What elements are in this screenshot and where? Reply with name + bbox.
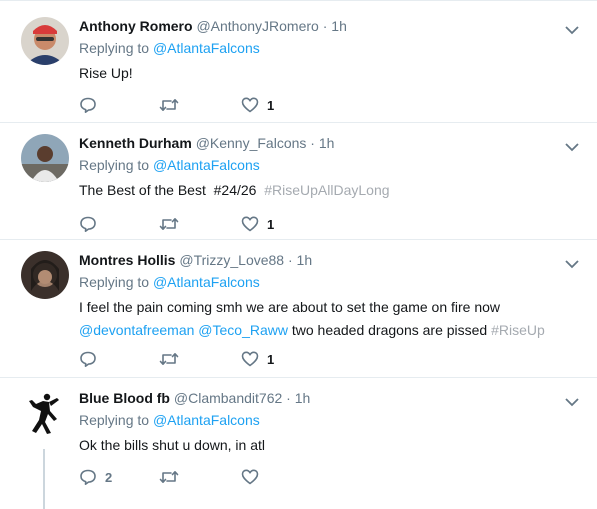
reply-button[interactable] — [79, 95, 105, 115]
hashtag-link[interactable]: #RiseUpAllDayLong — [264, 182, 389, 198]
top-divider — [0, 0, 597, 1]
retweet-button[interactable] — [159, 349, 187, 369]
tweet-actions: 1 — [79, 349, 479, 369]
heart-icon — [241, 216, 259, 232]
user-handle[interactable]: @Clambandit762 — [174, 390, 282, 406]
display-name[interactable]: Anthony Romero — [79, 18, 193, 34]
user-handle[interactable]: @Trizzy_Love88 — [179, 252, 284, 268]
tweet-text-part: The Best of the Best #24/26 — [79, 182, 265, 198]
tweet-actions: 2 — [79, 467, 479, 487]
chevron-down-icon[interactable] — [565, 259, 579, 269]
replying-to-label: Replying to — [79, 40, 153, 56]
chevron-down-icon[interactable] — [565, 25, 579, 35]
tweet-text-line: I feel the pain coming smh we are about … — [79, 299, 501, 315]
replying-to-link[interactable]: @AtlantaFalcons — [153, 412, 260, 428]
tweet-text-part: Rise Up! — [79, 65, 133, 81]
tweet-text-part: Ok the bills shut u down, in atl — [79, 437, 265, 453]
tweet[interactable]: Blue Blood fb @Clambandit762 · 1h Replyi… — [0, 379, 597, 509]
timestamp[interactable]: 1h — [295, 390, 311, 406]
reply-icon — [80, 97, 96, 113]
chevron-down-icon[interactable] — [565, 142, 579, 152]
tweet-text-part: two headed dragons are pissed — [287, 322, 492, 338]
replying-to: Replying to @AtlantaFalcons — [79, 39, 260, 57]
replying-to-link[interactable]: @AtlantaFalcons — [153, 157, 260, 173]
reply-icon — [80, 216, 96, 232]
tweet[interactable]: Anthony Romero @AnthonyJRomero · 1h Repl… — [0, 7, 597, 123]
avatar[interactable] — [21, 134, 69, 182]
user-handle[interactable]: @AnthonyJRomero — [196, 18, 318, 34]
replying-to-label: Replying to — [79, 157, 153, 173]
jumpman-logo[interactable] — [21, 389, 69, 437]
tweet-header: Montres Hollis @Trizzy_Love88 · 1h — [79, 251, 312, 269]
hashtag-link[interactable]: #RiseUp — [491, 322, 545, 338]
replying-to: Replying to @AtlantaFalcons — [79, 273, 260, 291]
reply-button[interactable]: 2 — [79, 467, 112, 487]
tweet-header: Kenneth Durham @Kenny_Falcons · 1h — [79, 134, 334, 152]
avatar[interactable] — [21, 17, 69, 65]
retweet-button[interactable] — [159, 214, 187, 234]
reply-icon — [80, 351, 96, 367]
display-name[interactable]: Montres Hollis — [79, 252, 175, 268]
retweet-icon — [159, 99, 179, 111]
replying-to-label: Replying to — [79, 412, 153, 428]
retweet-icon — [159, 471, 179, 483]
tweet-text-line: @devontafreeman @Teco_Raww two headed dr… — [79, 319, 579, 342]
user-handle[interactable]: @Kenny_Falcons — [196, 135, 307, 151]
retweet-button[interactable] — [159, 467, 187, 487]
tweet[interactable]: Montres Hollis @Trizzy_Love88 · 1h Reply… — [0, 241, 597, 378]
mention-link[interactable]: @Teco_Raww — [198, 322, 288, 338]
tweet-text: Rise Up! — [79, 62, 579, 84]
replying-to-label: Replying to — [79, 274, 153, 290]
mention-link[interactable]: @devontafreeman — [79, 322, 194, 338]
tweet-header: Blue Blood fb @Clambandit762 · 1h — [79, 389, 310, 407]
heart-icon — [241, 97, 259, 113]
reply-button[interactable] — [79, 349, 105, 369]
like-count: 1 — [267, 97, 275, 113]
like-button[interactable] — [241, 467, 267, 487]
thread-line — [43, 449, 45, 509]
retweet-icon — [159, 218, 179, 230]
tweet-text: Ok the bills shut u down, in atl — [79, 434, 579, 456]
separator: · — [306, 135, 319, 151]
reply-count: 2 — [105, 469, 113, 485]
display-name[interactable]: Blue Blood fb — [79, 390, 170, 406]
like-count: 1 — [267, 351, 275, 367]
timestamp[interactable]: 1h — [319, 135, 335, 151]
chevron-down-icon[interactable] — [565, 397, 579, 407]
replying-to: Replying to @AtlantaFalcons — [79, 156, 260, 174]
like-button[interactable]: 1 — [241, 95, 274, 115]
tweet-text: I feel the pain coming smh we are about … — [79, 296, 579, 342]
separator: · — [318, 18, 332, 34]
retweet-button[interactable] — [159, 95, 187, 115]
heart-icon — [241, 351, 259, 367]
like-button[interactable]: 1 — [241, 349, 274, 369]
tweet-text: The Best of the Best #24/26 #RiseUpAllDa… — [79, 179, 579, 201]
tweet-header: Anthony Romero @AnthonyJRomero · 1h — [79, 17, 347, 35]
heart-icon — [241, 469, 259, 485]
separator: · — [284, 252, 297, 268]
replying-to: Replying to @AtlantaFalcons — [79, 411, 260, 429]
tweet[interactable]: Kenneth Durham @Kenny_Falcons · 1h Reply… — [0, 124, 597, 240]
tweet-actions: 1 — [79, 95, 479, 115]
like-button[interactable]: 1 — [241, 214, 274, 234]
timestamp[interactable]: 1h — [297, 252, 313, 268]
separator: · — [282, 390, 295, 406]
tweet-actions: 1 — [79, 214, 479, 234]
replying-to-link[interactable]: @AtlantaFalcons — [153, 40, 260, 56]
display-name[interactable]: Kenneth Durham — [79, 135, 192, 151]
reply-button[interactable] — [79, 214, 105, 234]
timestamp[interactable]: 1h — [331, 18, 347, 34]
reply-icon — [80, 469, 96, 485]
retweet-icon — [159, 353, 179, 365]
like-count: 1 — [267, 216, 275, 232]
avatar[interactable] — [21, 251, 69, 299]
replying-to-link[interactable]: @AtlantaFalcons — [153, 274, 260, 290]
